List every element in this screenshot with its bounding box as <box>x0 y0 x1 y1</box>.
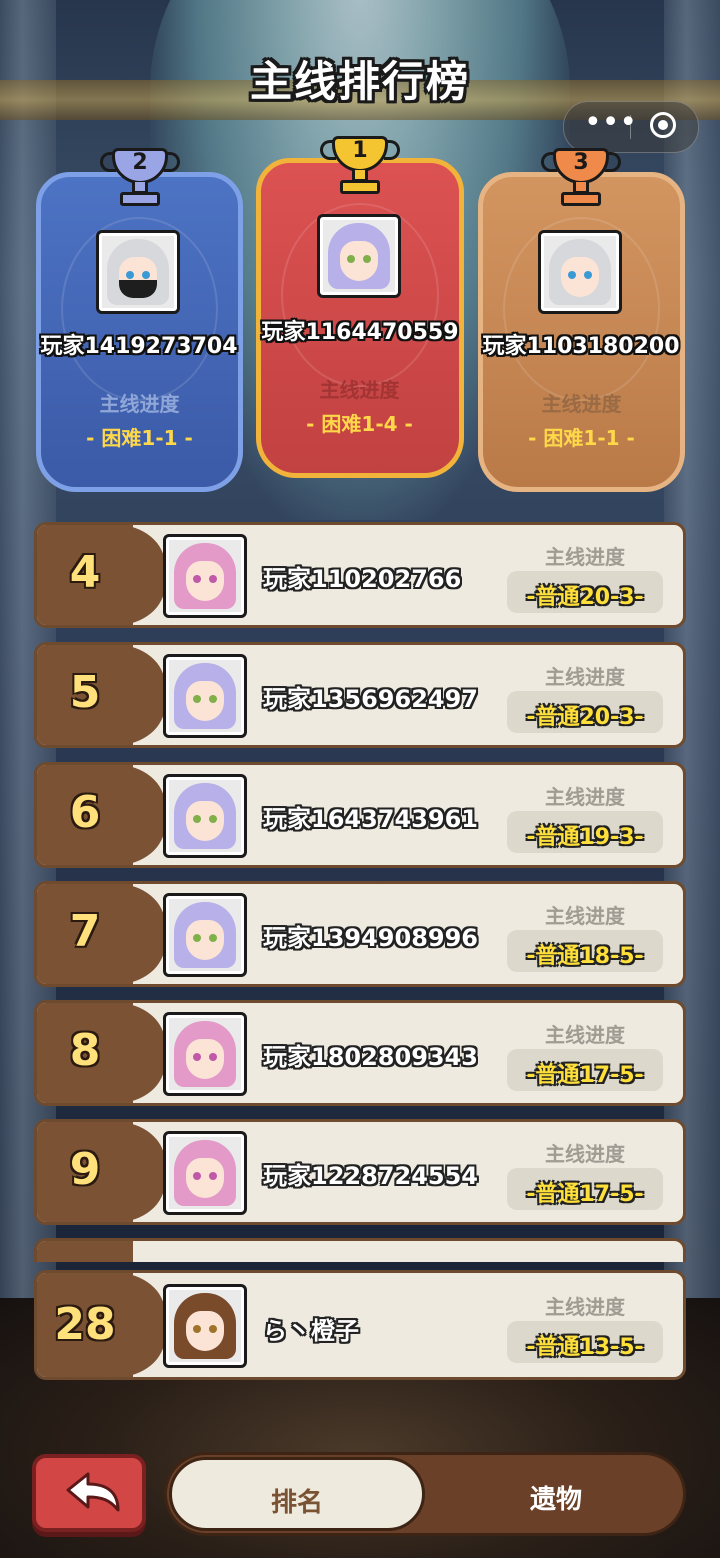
progress-value: - 困难1-4 - <box>306 412 413 436</box>
progress-badge: -普通20-3- <box>507 571 663 613</box>
player-name: 玩家1802809343 <box>263 1043 478 1071</box>
rank-number: 7 <box>69 906 101 957</box>
progress-value: - 困难1-1 - <box>528 426 635 450</box>
player-name: 玩家110202766 <box>263 565 462 593</box>
ranking-row[interactable]: 5 玩家1356962497 主线进度 -普通20-3- <box>34 642 686 748</box>
back-arrow-icon <box>66 1472 120 1512</box>
avatar[interactable] <box>163 1284 247 1368</box>
ranking-row[interactable]: 7 玩家1394908996 主线进度 -普通18-5- <box>34 881 686 987</box>
trophy-rank-number: 3 <box>573 150 589 175</box>
progress-badge: -普通20-3- <box>507 691 663 733</box>
ranking-row-clipped[interactable] <box>34 1238 686 1262</box>
player-name: ら丶橙子 <box>263 1317 359 1345</box>
progress-badge: -普通17-5- <box>507 1049 663 1091</box>
progress-label: 主线进度 <box>545 785 625 809</box>
progress-value: - 困难1-1 - <box>86 426 193 450</box>
rank-number: 5 <box>69 667 101 718</box>
player-name: 玩家1228724554 <box>263 1162 478 1190</box>
progress-label: 主线进度 <box>319 378 400 402</box>
progress-label: 主线进度 <box>545 1142 625 1166</box>
trophy-rank-number: 1 <box>352 138 368 163</box>
avatar[interactable] <box>163 893 247 977</box>
podium-player-name: 玩家1419273704 <box>40 334 238 359</box>
avatar[interactable] <box>163 774 247 858</box>
target-close-icon[interactable] <box>650 112 676 138</box>
progress-label: 主线进度 <box>545 665 625 689</box>
miniprogram-capsule: ••• <box>563 101 699 153</box>
rank-number: 6 <box>69 787 101 838</box>
bottom-tab-bar: 排名 遗物 <box>164 1452 686 1536</box>
ranking-row[interactable]: 8 玩家1802809343 主线进度 -普通17-5- <box>34 1000 686 1106</box>
player-name: 玩家1643743961 <box>263 805 478 833</box>
avatar[interactable] <box>317 214 401 298</box>
podium-player-name: 玩家1164470559 <box>261 320 459 345</box>
podium-player-name: 玩家1103180200 <box>482 334 680 359</box>
capsule-divider <box>630 115 631 139</box>
ranking-row[interactable]: 4 玩家110202766 主线进度 -普通20-3- <box>34 522 686 628</box>
progress-badge: -普通17-5- <box>507 1168 663 1210</box>
progress-badge: -普通19-3- <box>507 811 663 853</box>
tab-rank[interactable]: 排名 <box>169 1457 425 1531</box>
progress-value: -普通20-3- <box>526 705 644 730</box>
progress-label: 主线进度 <box>545 1295 625 1319</box>
progress-value: -普通19-3- <box>526 825 644 850</box>
ranking-row[interactable]: 6 玩家1643743961 主线进度 -普通19-3- <box>34 762 686 868</box>
progress-label: 主线进度 <box>99 392 180 416</box>
rank-number: 28 <box>54 1299 116 1350</box>
player-name: 玩家1394908996 <box>263 924 478 952</box>
more-dots-icon[interactable]: ••• <box>584 108 637 144</box>
rank-number: 9 <box>69 1144 101 1195</box>
progress-badge: -普通18-5- <box>507 930 663 972</box>
avatar[interactable] <box>163 1012 247 1096</box>
progress-badge: -普通13-5- <box>507 1321 663 1363</box>
progress-label: 主线进度 <box>545 1023 625 1047</box>
tab-relics-label: 遗物 <box>529 1485 582 1515</box>
trophy-silver-icon: 2 <box>100 148 180 210</box>
progress-value: -普通20-3- <box>526 585 644 610</box>
progress-label: 主线进度 <box>541 392 622 416</box>
progress-label: 主线进度 <box>545 904 625 928</box>
progress-label: 主线进度 <box>545 545 625 569</box>
trophy-gold-icon: 1 <box>320 136 400 198</box>
player-name: 玩家1356962497 <box>263 685 478 713</box>
progress-value: -普通17-5- <box>526 1182 644 1207</box>
rank-number: 8 <box>69 1025 101 1076</box>
avatar[interactable] <box>96 230 180 314</box>
page-title: 主线排行榜 <box>249 57 470 106</box>
back-button[interactable] <box>32 1454 146 1532</box>
tab-rank-label: 排名 <box>270 1488 323 1518</box>
progress-value: -普通18-5- <box>526 944 644 969</box>
tab-relics[interactable]: 遗物 <box>429 1457 683 1531</box>
avatar[interactable] <box>163 534 247 618</box>
ranking-row[interactable]: 9 玩家1228724554 主线进度 -普通17-5- <box>34 1119 686 1225</box>
trophy-bronze-icon: 3 <box>541 148 621 210</box>
trophy-rank-number: 2 <box>132 150 148 175</box>
progress-value: -普通17-5- <box>526 1063 644 1088</box>
rank-number: 4 <box>69 547 101 598</box>
progress-value: -普通13-5- <box>526 1335 644 1360</box>
avatar[interactable] <box>163 654 247 738</box>
avatar[interactable] <box>163 1131 247 1215</box>
avatar[interactable] <box>538 230 622 314</box>
my-ranking-row[interactable]: 28 ら丶橙子 主线进度 -普通13-5- <box>34 1270 686 1380</box>
